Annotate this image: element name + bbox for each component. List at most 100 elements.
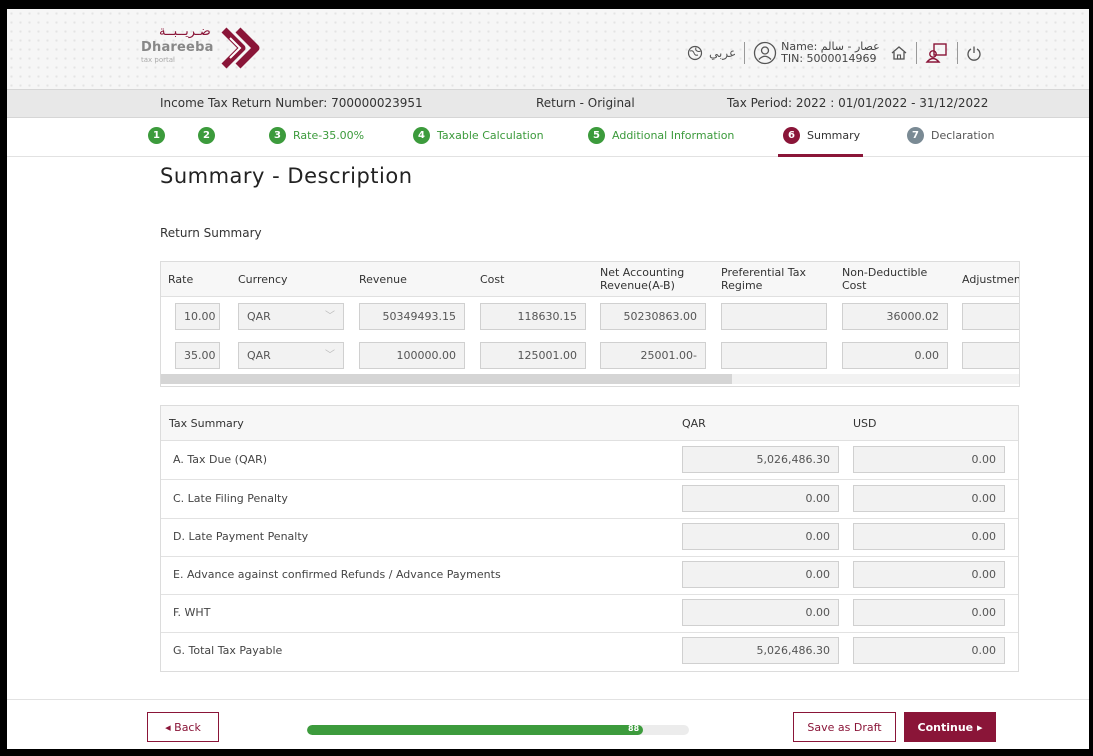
table-row: D. Late Payment Penalty 0.00 0.00: [161, 518, 1018, 557]
logo-arabic-text: ضـريــبــة: [159, 24, 211, 39]
currency-select[interactable]: QAR ﹀: [238, 303, 344, 330]
currency-value: QAR: [247, 310, 271, 323]
step-5[interactable]: 5 Additional Information: [588, 127, 734, 144]
return-summary-label: Return Summary: [160, 226, 262, 240]
net-accounting-field[interactable]: 50230863.00: [600, 303, 706, 330]
step-6[interactable]: 6 Summary: [783, 127, 860, 144]
table-row: C. Late Filing Penalty 0.00 0.00: [161, 480, 1018, 519]
rate-field[interactable]: 10.00: [175, 303, 220, 330]
continue-button[interactable]: Continue ▸: [904, 712, 996, 742]
col-currency: Currency: [238, 273, 288, 286]
globe-icon[interactable]: [687, 45, 703, 61]
preferential-field[interactable]: [721, 342, 827, 369]
user-info: Name: عصار - سالم TIN: 5000014969: [781, 41, 880, 65]
tax-summary-header: Tax Summary QAR USD: [161, 406, 1018, 441]
usd-value-field[interactable]: 0.00: [853, 637, 1005, 664]
progress-bar: 88: [307, 725, 689, 735]
tax-row-label: F. WHT: [173, 606, 211, 619]
power-icon[interactable]: [966, 45, 982, 61]
home-icon[interactable]: [890, 45, 908, 61]
tax-row-label: E. Advance against confirmed Refunds / A…: [173, 568, 501, 581]
tax-period: Tax Period: 2022 : 01/01/2022 - 31/12/20…: [727, 96, 989, 110]
qar-value-field[interactable]: 0.00: [682, 561, 839, 588]
header-toolbar: عربي Name: عصار - سالم TIN: 5000014969: [687, 39, 982, 67]
col-non-deductible: Non-Deductible Cost: [842, 266, 928, 292]
usd-value-field[interactable]: 0.00: [853, 485, 1005, 512]
step-number: 5: [588, 127, 605, 144]
back-button[interactable]: ◂ Back: [147, 712, 219, 742]
non-deductible-field[interactable]: 0.00: [842, 342, 948, 369]
col-revenue: Revenue: [359, 273, 407, 286]
col-rate: Rate: [168, 273, 194, 286]
step-number: 6: [783, 127, 800, 144]
adjustment-field[interactable]: [962, 303, 1019, 330]
app-frame: ضـريــبــة Dhareeba tax portal عربي Name…: [7, 9, 1089, 749]
step-label: Declaration: [931, 129, 995, 142]
net-accounting-field[interactable]: 25001.00-: [600, 342, 706, 369]
col-usd: USD: [853, 417, 877, 430]
tax-summary-table: Tax Summary QAR USD A. Tax Due (QAR) 5,0…: [160, 405, 1019, 672]
col-adjustment: Adjustmen: [962, 273, 1020, 286]
usd-value-field[interactable]: 0.00: [853, 599, 1005, 626]
tax-row-label: G. Total Tax Payable: [173, 644, 283, 657]
table-row: A. Tax Due (QAR) 5,026,486.30 0.00: [161, 441, 1018, 480]
cost-field[interactable]: 125001.00: [480, 342, 586, 369]
table-row: F. WHT 0.00 0.00: [161, 594, 1018, 633]
rate-field[interactable]: 35.00: [175, 342, 220, 369]
step-number: 2: [198, 127, 215, 144]
progress-label: 88: [628, 725, 640, 733]
header-divider: [956, 42, 958, 64]
qar-value-field[interactable]: 0.00: [682, 599, 839, 626]
tax-row-label: A. Tax Due (QAR): [173, 453, 268, 466]
user-icon: [753, 41, 777, 65]
step-number: 3: [269, 127, 286, 144]
user-switch-icon[interactable]: [925, 42, 949, 64]
horizontal-scrollbar[interactable]: [161, 374, 1019, 384]
step-3[interactable]: 3 Rate-35.00%: [269, 127, 364, 144]
user-tin: TIN: 5000014969: [781, 52, 877, 65]
tax-summary-title: Tax Summary: [169, 417, 244, 430]
step-label: Rate-35.00%: [293, 129, 365, 142]
step-2[interactable]: 2: [198, 127, 222, 144]
logo-english-text: Dhareeba: [141, 40, 214, 55]
step-navigation: 1 2 3 Rate-35.00% 4 Taxable Calculation …: [7, 117, 1089, 157]
return-type: Return - Original: [536, 96, 635, 110]
top-header: ضـريــبــة Dhareeba tax portal عربي Name…: [7, 9, 1089, 89]
header-divider: [915, 42, 917, 64]
revenue-field[interactable]: 50349493.15: [359, 303, 465, 330]
cost-field[interactable]: 118630.15: [480, 303, 586, 330]
revenue-field[interactable]: 100000.00: [359, 342, 465, 369]
save-as-draft-button[interactable]: Save as Draft: [793, 712, 896, 742]
usd-value-field[interactable]: 0.00: [853, 561, 1005, 588]
qar-value-field[interactable]: 0.00: [682, 523, 839, 550]
progress-fill: 88: [307, 725, 644, 735]
qar-value-field[interactable]: 5,026,486.30: [682, 446, 839, 473]
step-label: Summary: [807, 129, 861, 142]
logo-mark-icon: [221, 27, 260, 69]
step-1[interactable]: 1: [148, 127, 172, 144]
usd-value-field[interactable]: 0.00: [853, 523, 1005, 550]
logo-subtitle: tax portal: [141, 56, 175, 64]
qar-value-field[interactable]: 5,026,486.30: [682, 637, 839, 664]
chevron-down-icon: ﹀: [325, 350, 335, 361]
page-title: Summary - Description: [160, 164, 413, 188]
step-number: 1: [148, 127, 165, 144]
tax-row-label: C. Late Filing Penalty: [173, 492, 288, 505]
step-4[interactable]: 4 Taxable Calculation: [413, 127, 544, 144]
col-cost: Cost: [480, 273, 505, 286]
table-row: G. Total Tax Payable 5,026,486.30 0.00: [161, 632, 1018, 670]
non-deductible-field[interactable]: 36000.02: [842, 303, 948, 330]
currency-select[interactable]: QAR ﹀: [238, 342, 344, 369]
step-label: Taxable Calculation: [437, 129, 544, 142]
qar-value-field[interactable]: 0.00: [682, 485, 839, 512]
step-7[interactable]: 7 Declaration: [907, 127, 994, 144]
col-preferential: Preferential Tax Regime: [721, 266, 806, 292]
usd-value-field[interactable]: 0.00: [853, 446, 1005, 473]
scrollbar-thumb[interactable]: [161, 374, 732, 384]
return-info-bar: Income Tax Return Number: 700000023951 R…: [7, 89, 1089, 118]
adjustment-field[interactable]: [962, 342, 1019, 369]
preferential-field[interactable]: [721, 303, 827, 330]
language-switch[interactable]: عربي: [709, 46, 736, 60]
table-row: E. Advance against confirmed Refunds / A…: [161, 556, 1018, 595]
return-summary-table: Rate Currency Revenue Cost Net Accountin…: [160, 261, 1020, 387]
